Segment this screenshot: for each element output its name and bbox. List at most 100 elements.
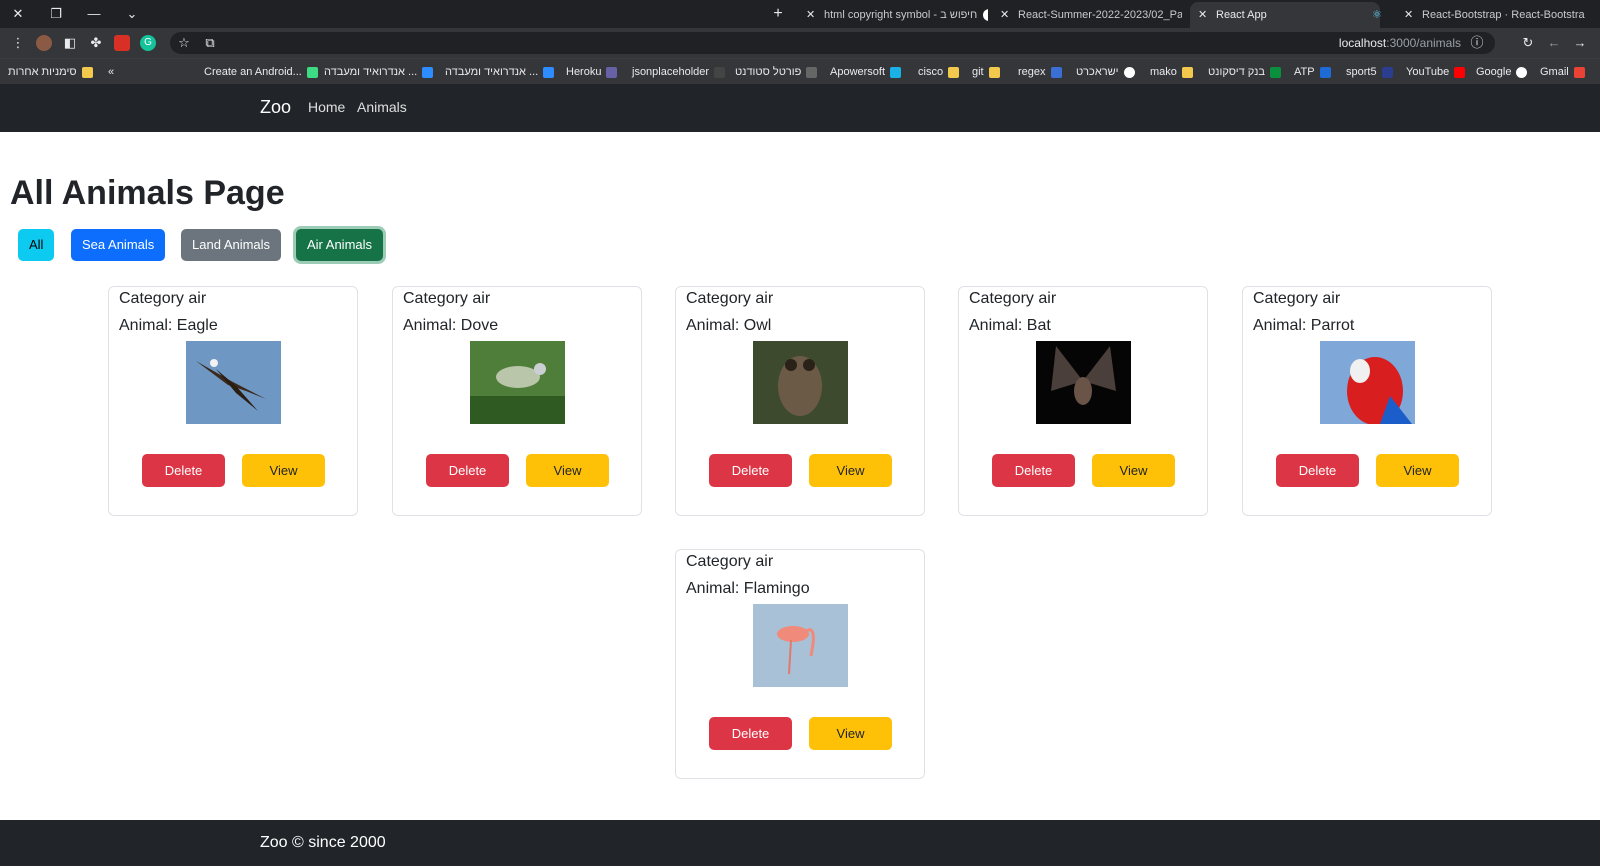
view-button[interactable]: View <box>242 454 325 487</box>
install-app-icon[interactable]: ⧉ <box>202 35 218 51</box>
filter-land-button[interactable]: Land Animals <box>181 229 282 261</box>
nav-link-animals[interactable]: Animals <box>357 99 407 115</box>
card-animal-name: Animal: Eagle <box>119 317 218 334</box>
menu-dots-icon[interactable]: ⋮ <box>10 35 26 51</box>
bookmark-item[interactable]: git <box>972 59 1000 85</box>
bookmark-item[interactable]: Heroku <box>566 59 618 85</box>
filter-air-button[interactable]: Air Animals <box>296 229 384 261</box>
youtube-icon <box>1454 66 1466 78</box>
url-host: localhost <box>1338 36 1387 50</box>
bookmark-item[interactable]: YouTube <box>1406 59 1466 85</box>
new-tab-icon[interactable]: + <box>768 4 788 24</box>
url-text: localhost:3000/animals <box>1339 32 1461 54</box>
delete-button[interactable]: Delete <box>709 717 792 750</box>
card-category: Category air <box>403 290 491 307</box>
bookmark-item[interactable]: mako <box>1150 59 1193 85</box>
bat-photo <box>1036 341 1131 424</box>
card-animal-name: Animal: Owl <box>686 317 772 334</box>
close-tab-icon[interactable]: ✕ <box>1404 2 1418 28</box>
bookmark-other[interactable]: סימניות אחרות <box>8 59 93 85</box>
extension-red-icon[interactable] <box>114 35 130 51</box>
bookmark-star-icon[interactable]: ☆ <box>176 35 192 51</box>
bookmark-item[interactable]: jsonplaceholder <box>632 59 726 85</box>
bookmark-item[interactable]: ישראכרט <box>1076 59 1135 85</box>
browser-tab-active[interactable]: ✕ React App <box>1190 2 1380 28</box>
bookmark-item[interactable]: regex <box>1018 59 1062 85</box>
delete-button[interactable]: Delete <box>992 454 1075 487</box>
grammarly-icon[interactable]: G <box>140 35 156 51</box>
minimize-window-icon[interactable]: — <box>84 4 104 24</box>
bookmark-label: sport5 <box>1346 66 1377 78</box>
delete-button[interactable]: Delete <box>709 454 792 487</box>
eagle-photo <box>186 341 281 424</box>
bookmark-item[interactable]: ATP <box>1294 59 1331 85</box>
restore-window-icon[interactable]: ❐ <box>46 4 66 24</box>
card-category: Category air <box>1253 290 1341 307</box>
bookmark-label: mako <box>1150 66 1177 78</box>
bookmark-item[interactable]: Google <box>1476 59 1528 85</box>
navbar-brand[interactable]: Zoo <box>260 97 291 118</box>
close-tab-icon[interactable]: ✕ <box>1198 2 1212 28</box>
filter-all-button[interactable]: All <box>18 229 55 261</box>
browser-tab[interactable]: ✕ React-Bootstrap · React-Bootstra <box>1396 2 1596 28</box>
bookmark-item[interactable]: אנדרואיד ומעבדה ... <box>324 59 434 85</box>
tab-search-icon[interactable]: ⌄ <box>122 4 142 24</box>
flamingo-photo <box>753 604 848 687</box>
close-tab-icon[interactable]: ✕ <box>806 2 820 28</box>
card-animal-name: Animal: Bat <box>969 317 1051 334</box>
reload-icon[interactable]: ↻ <box>1520 35 1536 51</box>
bookmark-item[interactable]: בנק דיסקונט <box>1208 59 1281 85</box>
card-category: Category air <box>686 290 774 307</box>
react-favicon-icon: ⚛ <box>1372 9 1382 21</box>
browser-toolbar: ⋮ ◧ ✤ G ☆ ⧉ localhost:3000/animals ⓘ ↻ ←… <box>0 28 1600 58</box>
bookmark-label: YouTube <box>1406 66 1450 78</box>
browser-tab[interactable]: ✕ html copyright symbol - חיפוש ב <box>798 2 988 28</box>
folder-icon <box>81 66 93 78</box>
site-info-icon[interactable]: ⓘ <box>1469 35 1485 51</box>
folder-icon <box>988 66 1000 78</box>
card-animal-name: Animal: Flamingo <box>686 580 810 597</box>
bookmarks-overflow-icon[interactable]: « <box>108 59 114 85</box>
view-button[interactable]: View <box>1092 454 1175 487</box>
heroku-icon <box>606 66 618 78</box>
bookmark-label: סימניות אחרות <box>8 66 77 78</box>
bookmark-item[interactable]: sport5 <box>1346 59 1393 85</box>
view-button[interactable]: View <box>1376 454 1459 487</box>
animal-card: Category air Animal: Owl Delete View <box>675 286 925 516</box>
url-path: :3000/animals <box>1386 36 1461 50</box>
parrot-photo <box>1320 341 1415 424</box>
delete-button[interactable]: Delete <box>142 454 225 487</box>
bookmark-item[interactable]: אנדרואיד ומעבדה ... <box>445 59 555 85</box>
bookmark-item[interactable]: Gmail <box>1540 59 1585 85</box>
bookmark-label: cisco <box>918 66 944 78</box>
forward-icon[interactable]: ← <box>1546 35 1562 51</box>
extensions-icon[interactable]: ✤ <box>88 35 104 51</box>
bookmark-label: Gmail <box>1540 66 1569 78</box>
animal-card: Category air Animal: Dove Delete View <box>392 286 642 516</box>
address-bar[interactable]: ☆ ⧉ localhost:3000/animals ⓘ <box>170 32 1495 54</box>
bookmark-item[interactable]: Create an Android... <box>204 59 318 85</box>
zoom-icon <box>543 66 555 78</box>
browser-tab[interactable]: ✕ React-Summer-2022-2023/02_Pa <box>992 2 1182 28</box>
bookmark-label: jsonplaceholder <box>632 66 710 78</box>
back-icon[interactable]: → <box>1572 35 1588 51</box>
delete-button[interactable]: Delete <box>426 454 509 487</box>
close-window-icon[interactable]: ✕ <box>8 4 28 24</box>
close-tab-icon[interactable]: ✕ <box>1000 2 1014 28</box>
delete-button[interactable]: Delete <box>1276 454 1359 487</box>
bookmark-item[interactable]: פורטל סטודנט <box>735 59 818 85</box>
view-button[interactable]: View <box>809 717 892 750</box>
sport5-icon <box>1381 66 1393 78</box>
view-button[interactable]: View <box>809 454 892 487</box>
side-panel-icon[interactable]: ◧ <box>62 35 78 51</box>
profile-avatar-icon[interactable] <box>36 35 52 51</box>
portal-icon <box>806 66 818 78</box>
bookmark-item[interactable]: Apowersoft <box>830 59 902 85</box>
card-animal-name: Animal: Parrot <box>1253 317 1355 334</box>
view-button[interactable]: View <box>526 454 609 487</box>
nav-link-home[interactable]: Home <box>308 99 345 115</box>
owl-photo <box>753 341 848 424</box>
filter-sea-button[interactable]: Sea Animals <box>71 229 166 261</box>
animal-card: Category air Animal: Flamingo Delete Vie… <box>675 549 925 779</box>
bookmark-item[interactable]: cisco <box>918 59 960 85</box>
